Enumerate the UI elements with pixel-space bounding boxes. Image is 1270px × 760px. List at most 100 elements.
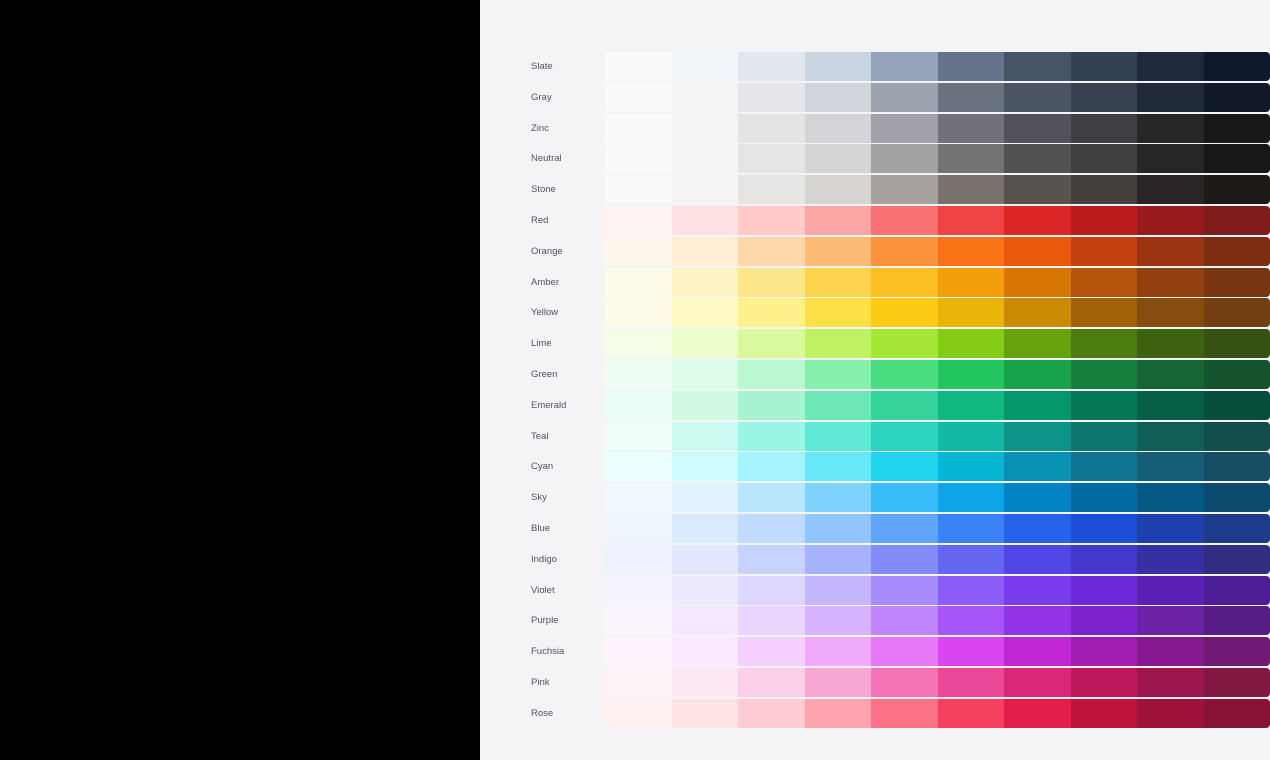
color-swatch-cyan-9[interactable] bbox=[1203, 452, 1270, 482]
color-swatch-red-8[interactable] bbox=[1137, 205, 1204, 235]
color-swatch-stone-8[interactable] bbox=[1137, 175, 1204, 205]
color-swatch-pink-8[interactable] bbox=[1137, 667, 1204, 697]
color-swatch-green-2[interactable] bbox=[738, 359, 805, 389]
color-swatch-pink-7[interactable] bbox=[1070, 667, 1137, 697]
color-swatch-fuchsia-8[interactable] bbox=[1137, 637, 1204, 667]
color-swatch-gray-1[interactable] bbox=[671, 82, 738, 112]
color-swatch-zinc-6[interactable] bbox=[1004, 113, 1071, 143]
color-swatch-green-7[interactable] bbox=[1070, 359, 1137, 389]
color-swatch-red-5[interactable] bbox=[937, 205, 1004, 235]
color-swatch-rose-5[interactable] bbox=[937, 698, 1004, 728]
color-swatch-amber-5[interactable] bbox=[937, 267, 1004, 297]
color-swatch-cyan-2[interactable] bbox=[738, 452, 805, 482]
color-swatch-violet-5[interactable] bbox=[937, 575, 1004, 605]
color-swatch-lime-3[interactable] bbox=[804, 329, 871, 359]
color-swatch-rose-9[interactable] bbox=[1203, 698, 1270, 728]
color-swatch-purple-8[interactable] bbox=[1137, 606, 1204, 636]
color-swatch-fuchsia-2[interactable] bbox=[738, 637, 805, 667]
color-swatch-gray-8[interactable] bbox=[1137, 82, 1204, 112]
color-swatch-amber-4[interactable] bbox=[871, 267, 938, 297]
color-swatch-orange-2[interactable] bbox=[738, 236, 805, 266]
color-swatch-purple-6[interactable] bbox=[1004, 606, 1071, 636]
color-swatch-green-0[interactable] bbox=[605, 359, 672, 389]
color-swatch-orange-5[interactable] bbox=[937, 236, 1004, 266]
color-swatch-yellow-9[interactable] bbox=[1203, 298, 1270, 328]
color-swatch-indigo-9[interactable] bbox=[1203, 544, 1270, 574]
color-swatch-sky-4[interactable] bbox=[871, 483, 938, 513]
color-swatch-cyan-8[interactable] bbox=[1137, 452, 1204, 482]
color-swatch-purple-9[interactable] bbox=[1203, 606, 1270, 636]
color-swatch-green-5[interactable] bbox=[937, 359, 1004, 389]
color-swatch-neutral-4[interactable] bbox=[871, 144, 938, 174]
color-swatch-pink-0[interactable] bbox=[605, 667, 672, 697]
color-swatch-red-9[interactable] bbox=[1203, 205, 1270, 235]
color-swatch-emerald-4[interactable] bbox=[871, 390, 938, 420]
color-swatch-orange-8[interactable] bbox=[1137, 236, 1204, 266]
color-swatch-zinc-2[interactable] bbox=[738, 113, 805, 143]
color-swatch-emerald-1[interactable] bbox=[671, 390, 738, 420]
color-swatch-lime-7[interactable] bbox=[1070, 329, 1137, 359]
color-swatch-blue-8[interactable] bbox=[1137, 513, 1204, 543]
color-swatch-indigo-3[interactable] bbox=[804, 544, 871, 574]
color-swatch-violet-7[interactable] bbox=[1070, 575, 1137, 605]
color-swatch-blue-2[interactable] bbox=[738, 513, 805, 543]
color-swatch-lime-5[interactable] bbox=[937, 329, 1004, 359]
color-swatch-neutral-1[interactable] bbox=[671, 144, 738, 174]
color-swatch-fuchsia-7[interactable] bbox=[1070, 637, 1137, 667]
color-swatch-cyan-6[interactable] bbox=[1004, 452, 1071, 482]
color-swatch-pink-2[interactable] bbox=[738, 667, 805, 697]
color-swatch-purple-4[interactable] bbox=[871, 606, 938, 636]
color-swatch-stone-2[interactable] bbox=[738, 175, 805, 205]
color-swatch-slate-8[interactable] bbox=[1137, 52, 1204, 81]
color-swatch-blue-0[interactable] bbox=[605, 513, 672, 543]
color-swatch-stone-0[interactable] bbox=[605, 175, 672, 205]
color-swatch-purple-3[interactable] bbox=[804, 606, 871, 636]
color-swatch-slate-2[interactable] bbox=[738, 52, 805, 81]
color-swatch-violet-4[interactable] bbox=[871, 575, 938, 605]
color-swatch-orange-1[interactable] bbox=[671, 236, 738, 266]
color-swatch-blue-1[interactable] bbox=[671, 513, 738, 543]
color-swatch-violet-1[interactable] bbox=[671, 575, 738, 605]
color-swatch-emerald-5[interactable] bbox=[937, 390, 1004, 420]
color-swatch-slate-4[interactable] bbox=[871, 52, 938, 81]
color-swatch-blue-7[interactable] bbox=[1070, 513, 1137, 543]
color-swatch-teal-0[interactable] bbox=[605, 421, 672, 451]
color-swatch-purple-2[interactable] bbox=[738, 606, 805, 636]
color-swatch-teal-4[interactable] bbox=[871, 421, 938, 451]
color-swatch-neutral-7[interactable] bbox=[1070, 144, 1137, 174]
color-swatch-orange-4[interactable] bbox=[871, 236, 938, 266]
color-swatch-indigo-5[interactable] bbox=[937, 544, 1004, 574]
color-swatch-yellow-6[interactable] bbox=[1004, 298, 1071, 328]
color-swatch-purple-1[interactable] bbox=[671, 606, 738, 636]
color-swatch-fuchsia-0[interactable] bbox=[605, 637, 672, 667]
color-swatch-neutral-9[interactable] bbox=[1203, 144, 1270, 174]
color-swatch-pink-9[interactable] bbox=[1203, 667, 1270, 697]
color-swatch-indigo-4[interactable] bbox=[871, 544, 938, 574]
color-swatch-rose-0[interactable] bbox=[605, 698, 672, 728]
color-swatch-rose-7[interactable] bbox=[1070, 698, 1137, 728]
color-swatch-violet-2[interactable] bbox=[738, 575, 805, 605]
color-swatch-neutral-8[interactable] bbox=[1137, 144, 1204, 174]
color-swatch-neutral-6[interactable] bbox=[1004, 144, 1071, 174]
color-swatch-zinc-9[interactable] bbox=[1203, 113, 1270, 143]
color-swatch-zinc-7[interactable] bbox=[1070, 113, 1137, 143]
color-swatch-yellow-5[interactable] bbox=[937, 298, 1004, 328]
color-swatch-indigo-6[interactable] bbox=[1004, 544, 1071, 574]
color-swatch-lime-9[interactable] bbox=[1203, 329, 1270, 359]
color-swatch-fuchsia-5[interactable] bbox=[937, 637, 1004, 667]
color-swatch-fuchsia-3[interactable] bbox=[804, 637, 871, 667]
color-swatch-amber-0[interactable] bbox=[605, 267, 672, 297]
color-swatch-gray-2[interactable] bbox=[738, 82, 805, 112]
color-swatch-yellow-1[interactable] bbox=[671, 298, 738, 328]
color-swatch-amber-2[interactable] bbox=[738, 267, 805, 297]
color-swatch-green-6[interactable] bbox=[1004, 359, 1071, 389]
color-swatch-cyan-1[interactable] bbox=[671, 452, 738, 482]
color-swatch-fuchsia-4[interactable] bbox=[871, 637, 938, 667]
color-swatch-pink-4[interactable] bbox=[871, 667, 938, 697]
color-swatch-red-3[interactable] bbox=[804, 205, 871, 235]
color-swatch-orange-9[interactable] bbox=[1203, 236, 1270, 266]
color-swatch-purple-5[interactable] bbox=[937, 606, 1004, 636]
color-swatch-gray-4[interactable] bbox=[871, 82, 938, 112]
color-swatch-stone-4[interactable] bbox=[871, 175, 938, 205]
color-swatch-violet-8[interactable] bbox=[1137, 575, 1204, 605]
